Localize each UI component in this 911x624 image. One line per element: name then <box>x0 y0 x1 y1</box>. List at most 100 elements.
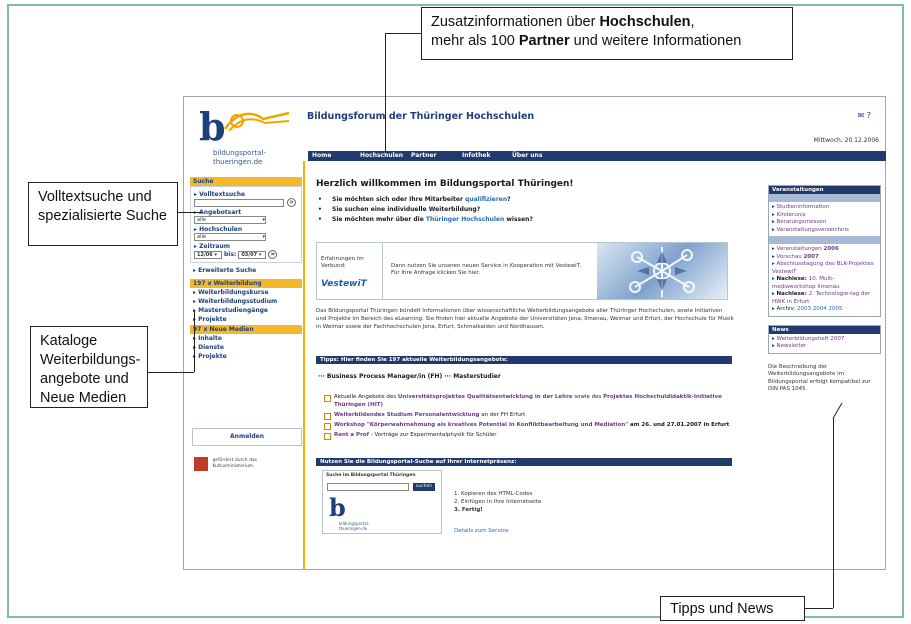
search-go-icon[interactable]: » <box>287 198 296 207</box>
connector-line <box>805 608 833 609</box>
question-item: Sie möchten mehr über die Thüringer Hoch… <box>332 215 746 225</box>
events-subheading-2 <box>769 236 880 244</box>
callout-catalog: Kataloge Weiterbildungs-angebote und Neu… <box>30 326 148 408</box>
nm-item[interactable]: ▸ Dienste <box>190 343 302 352</box>
question-item: Sie möchten sich oder Ihre Mitarbeiter q… <box>332 195 746 205</box>
offer-list: Aktuelle Angebote des Universitätsprojek… <box>324 393 734 441</box>
period-from-select[interactable]: 12/06 ▾ <box>194 250 222 259</box>
fulltext-input[interactable] <box>194 198 284 207</box>
wb-item[interactable]: ▸ Masterstudiengänge <box>190 306 302 315</box>
widget-search-input[interactable] <box>327 483 409 491</box>
network-graphic-icon <box>629 247 695 297</box>
wb-item[interactable]: ▸ Weiterbildungsstudium <box>190 297 302 306</box>
news-link[interactable]: Weiterbildungsheft 2007 <box>772 336 877 344</box>
qualify-link[interactable]: qualifizieren <box>465 196 507 203</box>
wb-item[interactable]: ▸ Weiterbildungskurse <box>190 288 302 297</box>
events-list: Studieninformation Kinderunis Beratungsm… <box>769 202 880 236</box>
period-go-icon[interactable]: » <box>268 250 278 259</box>
event-link[interactable]: Vorschau 2007 <box>772 254 877 262</box>
neue-medien-heading[interactable]: 97 x Neue Medien <box>190 325 302 334</box>
offer-item[interactable]: Rent a Prof - Vorträge zur Experimentalp… <box>324 431 734 440</box>
sidebar-separator <box>303 161 305 570</box>
events-heading: Veranstaltungen <box>769 186 880 194</box>
embed-bar: Nutzen Sie die Bildungsportal-Suche auf … <box>316 458 732 466</box>
service-details-link[interactable]: Details zum Service <box>454 528 509 534</box>
callout-search: Volltextsuche und spezialisierte Suche <box>28 182 178 246</box>
callout-news: Tipps und News <box>660 596 805 621</box>
event-link[interactable]: Nachlese: 2. Technologie-tag der HWK in … <box>772 291 877 306</box>
events-box: Veranstaltungen Studieninformation Kinde… <box>768 185 881 317</box>
vestewit-image <box>597 243 727 299</box>
universities-link[interactable]: Thüringer Hochschulen <box>426 216 504 223</box>
featured-programs[interactable]: ··· Business Process Manager/in (FH) ···… <box>318 373 501 380</box>
news-link[interactable]: Newsletter <box>772 343 877 351</box>
main-content: Herzlich willkommen im Bildungsportal Th… <box>316 179 746 225</box>
logo-arrows-icon <box>223 111 290 132</box>
intro-paragraph: Das Bildungsportal Thüringen bündelt Inf… <box>316 308 734 330</box>
event-link[interactable]: Veranstaltungsverzeichnis <box>772 227 877 235</box>
offer-item[interactable]: Aktuelle Angebote des Universitätsprojek… <box>324 393 734 409</box>
ministry-logo-icon <box>194 457 208 471</box>
nav-ueber-uns[interactable]: Über uns <box>512 152 542 159</box>
weiterbildung-heading[interactable]: 197 x Weiterbildung <box>190 279 302 288</box>
wb-item[interactable]: ▸ Projekte <box>190 315 302 324</box>
universities-label: ▸ Hochschulen <box>194 226 243 233</box>
vestewit-banner[interactable]: Erfahrungen im Verbund: VestewiT Dann nu… <box>316 242 728 300</box>
callout-universities: Zusatzinformationen über Hochschulen, me… <box>421 7 793 60</box>
widget-search-button[interactable]: suchen <box>413 483 435 491</box>
events-subheading <box>769 194 880 202</box>
event-link[interactable]: Archiv: 2003 2004 2005 <box>772 306 877 314</box>
offer-type-label: ▸ Angebotsart <box>194 209 242 216</box>
widget-logo-text: bildungsportal-thueringen.de <box>339 521 370 531</box>
login-button[interactable]: Anmelden <box>192 428 302 446</box>
connector-line <box>833 418 834 608</box>
period-label: ▸ Zeitraum <box>194 243 230 250</box>
tips-bar: Tipps: Hier finden Sie 197 aktuelle Weit… <box>316 356 732 364</box>
top-navigation: Home Hochschulen Partner Infothek Über u… <box>308 151 886 161</box>
offer-type-select[interactable]: alle ▾ <box>194 216 266 224</box>
vestewit-logo: VestewiT <box>321 279 367 289</box>
vestewit-text: Dann nutzen Sie unseren neuen Service in… <box>391 263 582 276</box>
connector-line <box>385 33 422 34</box>
mail-help-icons[interactable]: ✉ ? <box>858 111 872 120</box>
connector-line <box>148 372 194 373</box>
news-list: Weiterbildungsheft 2007 Newsletter <box>769 334 880 353</box>
offer-item[interactable]: Weiterbildendes Studium Personalentwickl… <box>324 411 734 420</box>
connector-line <box>178 212 202 213</box>
nm-item[interactable]: ▸ Inhalte <box>190 334 302 343</box>
connector-line <box>385 33 386 153</box>
universities-select[interactable]: alle ▾ <box>194 233 266 241</box>
din-note: Die Beschreibung der Weiterbildungsangeb… <box>768 363 871 393</box>
search-panel: ▸ Volltextsuche » ▸ Angebotsart alle ▾ ▸… <box>190 186 302 263</box>
period-bis-label: bis: <box>224 251 237 258</box>
site-title: Bildungsforum der Thüringer Hochschulen <box>307 111 535 122</box>
portal-logo[interactable]: b bildungsportal- thueringen.de <box>191 105 291 167</box>
event-link[interactable]: Veranstaltungen 2006 <box>772 246 877 254</box>
nav-hochschulen[interactable]: Hochschulen <box>360 152 403 159</box>
connector-line <box>194 310 195 372</box>
event-link[interactable]: Abschlusstagung des BLK-Projektes Vestew… <box>772 261 877 276</box>
offer-item[interactable]: Workshop "Körperwahrnehmung als kreative… <box>324 421 734 430</box>
vestewit-label: Erfahrungen im Verbund: <box>317 243 383 299</box>
nm-item[interactable]: ▸ Projekte <box>190 352 302 361</box>
events-list-2: Veranstaltungen 2006 Vorschau 2007 Absch… <box>769 244 880 316</box>
right-column: Veranstaltungen Studieninformation Kinde… <box>768 185 881 394</box>
news-heading: News <box>769 325 880 334</box>
event-link[interactable]: Nachlese: 10. Multi-mediaworkshop Ilmena… <box>772 276 877 291</box>
event-link[interactable]: Kinderunis <box>772 212 877 220</box>
advanced-search-link[interactable]: ▸ Erweiterte Suche <box>190 266 302 275</box>
event-link[interactable]: Studieninformation <box>772 204 877 212</box>
search-heading: Suche <box>190 177 302 186</box>
website-screenshot: b bildungsportal- thueringen.de Bildungs… <box>183 96 886 570</box>
question-item: Sie suchen eine individuelle Weiterbildu… <box>332 205 746 215</box>
welcome-heading: Herzlich willkommen im Bildungsportal Th… <box>316 179 574 189</box>
nav-home[interactable]: Home <box>312 152 331 159</box>
period-to-select[interactable]: 03/07 ▾ <box>238 250 267 259</box>
logo-text: bildungsportal- thueringen.de <box>213 149 266 166</box>
nav-infothek[interactable]: Infothek <box>462 152 490 159</box>
widget-title: Suche im Bildungsportal Thüringen <box>326 473 416 478</box>
question-list: Sie möchten sich oder Ihre Mitarbeiter q… <box>316 195 746 225</box>
event-link[interactable]: Beratungsmessen <box>772 219 877 227</box>
nav-partner[interactable]: Partner <box>411 152 436 159</box>
current-date: Mittwoch, 20.12.2006 <box>813 137 879 144</box>
